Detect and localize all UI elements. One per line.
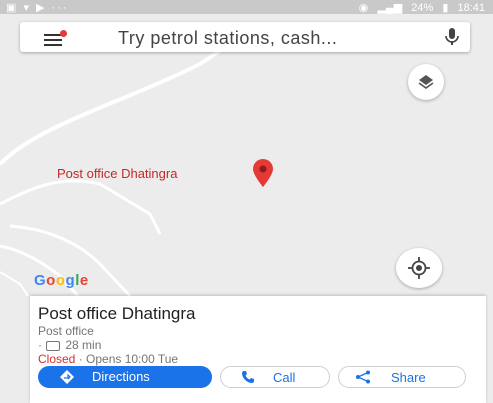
place-card[interactable]: Post office Dhatingra Post office · 28 m… [30, 296, 486, 403]
google-logo: Google [34, 272, 89, 289]
status-time: 18:41 [457, 2, 485, 14]
call-label: Call [273, 370, 296, 385]
share-button[interactable]: Share [338, 366, 466, 388]
phone-icon [242, 371, 254, 383]
share-label: Share [391, 370, 426, 385]
car-icon [46, 340, 60, 351]
notification-dot [60, 30, 67, 37]
battery-icon: ▮ [442, 2, 449, 14]
my-location-button[interactable] [396, 248, 442, 288]
search-bar[interactable]: Try petrol stations, cash... [20, 22, 470, 52]
crosshair-icon [408, 257, 430, 279]
travel-time: 28 min [65, 338, 102, 352]
directions-button[interactable]: Directions [38, 366, 212, 388]
layers-button[interactable] [408, 64, 444, 100]
opens-label: · Opens 10:00 Tue [75, 352, 179, 366]
status-right: ◉ ▂▄▆ 24% ▮ 18:41 [353, 1, 485, 14]
opening-status: Closed · Opens 10:00 Tue [38, 352, 178, 366]
closed-label: Closed [38, 352, 76, 366]
place-title: Post office Dhatingra [38, 304, 196, 323]
search-input[interactable]: Try petrol stations, cash... [118, 28, 337, 49]
call-button[interactable]: Call [220, 366, 330, 388]
map-place-label[interactable]: Post office Dhatingra [57, 166, 177, 181]
signal-icon: ▂▄▆ [377, 2, 403, 14]
location-pin-icon[interactable] [251, 158, 275, 188]
travel-info: · 28 min [38, 338, 101, 352]
mic-icon[interactable] [444, 28, 460, 46]
directions-label: Directions [92, 369, 150, 384]
directions-icon [60, 370, 74, 384]
place-type: Post office [38, 324, 94, 338]
travel-prefix: · [38, 338, 42, 352]
layers-icon [418, 75, 434, 89]
battery-percent: 24% [411, 2, 434, 14]
share-icon [356, 370, 370, 384]
location-icon: ◉ [358, 2, 369, 14]
status-bar: ▣ ▾ ▶ ··· ◉ ▂▄▆ 24% ▮ 18:41 [0, 0, 493, 14]
menu-icon[interactable] [42, 28, 68, 48]
status-left-icons: ▣ ▾ ▶ ··· [6, 2, 69, 14]
